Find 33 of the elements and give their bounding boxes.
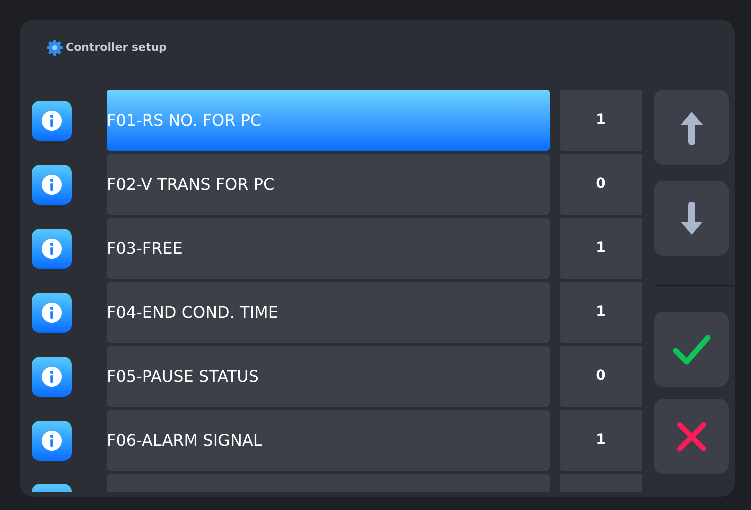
parameter-row[interactable]: F06-ALARM SIGNAL (107, 410, 550, 471)
info-button[interactable] (32, 292, 72, 332)
info-button[interactable] (32, 100, 72, 140)
value-cell: 1 (560, 410, 642, 471)
value-cell: 0 (560, 346, 642, 407)
arrow-down-icon (680, 202, 704, 236)
parameter-row[interactable]: F05-PAUSE STATUS (107, 346, 550, 407)
checkmark-icon (672, 334, 712, 366)
info-button[interactable] (32, 164, 72, 204)
scroll-down-button[interactable] (654, 181, 729, 256)
parameter-row[interactable]: F02-V TRANS FOR PC (107, 154, 550, 215)
info-icon (41, 174, 63, 196)
info-icon (41, 238, 63, 260)
value-cell: 1 (560, 218, 642, 279)
info-icon (41, 110, 63, 132)
close-icon (676, 420, 708, 452)
dialog-title: Controller setup (66, 40, 167, 56)
info-button[interactable] (32, 228, 72, 268)
value-cell: 0 (560, 154, 642, 215)
value-cell: 1 (560, 90, 642, 151)
parameter-row[interactable]: F04-END COND. TIME (107, 282, 550, 343)
info-button[interactable] (32, 356, 72, 396)
scroll-up-button[interactable] (654, 90, 729, 165)
value-cell: 1 (560, 282, 642, 343)
info-icon (41, 430, 63, 452)
cancel-button[interactable] (654, 399, 729, 474)
confirm-button[interactable] (654, 312, 729, 387)
info-icon (41, 366, 63, 388)
gear-icon (46, 39, 64, 57)
arrow-up-icon (680, 110, 704, 144)
info-button[interactable] (32, 420, 72, 460)
parameter-row[interactable]: F03-FREE (107, 218, 550, 279)
info-icon (41, 302, 63, 324)
